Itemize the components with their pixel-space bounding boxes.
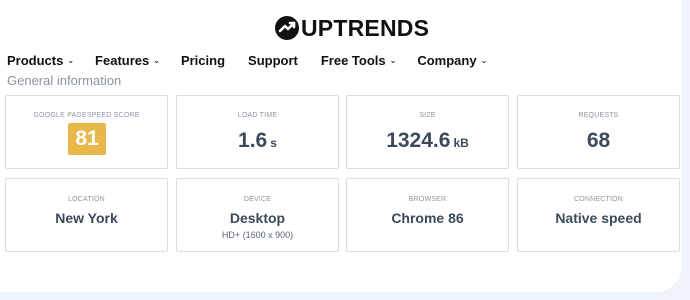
chevron-down-icon: ⌄ xyxy=(153,56,160,65)
device-value: Desktop xyxy=(229,210,286,226)
device-tile: Device Desktop HD+ (1600 x 900) xyxy=(176,178,339,252)
nav-item-products[interactable]: Products ⌄ xyxy=(7,53,74,68)
chevron-down-icon: ⌄ xyxy=(67,56,75,65)
load-time-value: 1.6 s xyxy=(177,129,338,153)
main-card: UPTRENDS Products ⌄ Features ⌄ Pricing S… xyxy=(0,0,682,292)
nav-item-label: Features xyxy=(95,52,150,68)
location-tile: Location New York xyxy=(5,178,168,252)
tile-label: Device xyxy=(243,196,272,203)
nav-item-label: Free Tools xyxy=(320,52,386,68)
device-resolution: HD+ (1600 x 900) xyxy=(221,230,294,240)
pagespeed-score-tile: Google PageSpeed Score 81 xyxy=(5,95,168,169)
nav-item-label: Pricing xyxy=(180,52,226,68)
browser-tile: Browser Chrome 86 xyxy=(346,178,509,252)
size-number: 1324.6 xyxy=(386,129,451,152)
section-title: General information xyxy=(7,73,122,88)
uptrends-logo[interactable]: UPTRENDS xyxy=(274,13,429,43)
tile-label: Requests xyxy=(578,112,619,119)
uptrends-logo-icon xyxy=(275,16,299,40)
nav-item-free-tools[interactable]: Free Tools ⌄ xyxy=(321,53,396,68)
requests-tile: Requests 68 xyxy=(517,95,680,169)
requests-value: 68 xyxy=(586,129,611,152)
load-time-number: 1.6 xyxy=(238,129,268,152)
main-nav: Products ⌄ Features ⌄ Pricing Support Fr… xyxy=(7,50,487,70)
pagespeed-score-badge: 81 xyxy=(68,123,106,155)
load-time-unit: s xyxy=(270,136,277,150)
nav-item-support[interactable]: Support xyxy=(248,53,298,68)
connection-value: Native speed xyxy=(555,210,642,226)
tile-label: Google PageSpeed Score xyxy=(33,112,140,119)
nav-item-company[interactable]: Company ⌄ xyxy=(417,53,487,68)
tile-label: Size xyxy=(419,112,436,119)
size-value: 1324.6 kB xyxy=(347,129,508,153)
chevron-down-icon: ⌄ xyxy=(389,56,397,65)
chevron-down-icon: ⌄ xyxy=(480,56,488,65)
nav-item-label: Support xyxy=(248,52,298,68)
location-value: New York xyxy=(55,210,118,226)
tile-label: Connection xyxy=(573,196,624,203)
tile-label: Browser xyxy=(408,196,447,203)
nav-item-features[interactable]: Features ⌄ xyxy=(95,53,160,68)
tile-label: Load Time xyxy=(237,112,278,119)
browser-value: Chrome 86 xyxy=(391,210,464,226)
nav-item-pricing[interactable]: Pricing xyxy=(181,53,225,68)
tile-label: Location xyxy=(68,196,105,203)
brand-name: UPTRENDS xyxy=(301,15,430,41)
nav-item-label: Company xyxy=(417,52,477,68)
size-tile: Size 1324.6 kB xyxy=(346,95,509,169)
nav-item-label: Products xyxy=(7,52,64,68)
load-time-tile: Load Time 1.6 s xyxy=(176,95,339,169)
connection-tile: Connection Native speed xyxy=(517,178,680,252)
size-unit: kB xyxy=(453,136,469,150)
